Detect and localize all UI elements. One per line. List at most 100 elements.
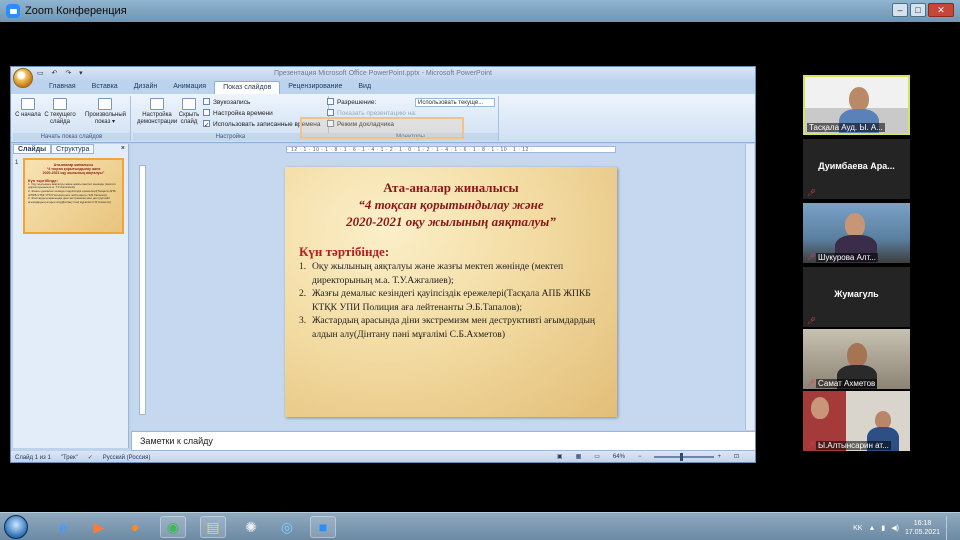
slides-pane-tabs: Слайды Структура × <box>13 144 128 154</box>
resolution-select[interactable]: Использовать текуще... <box>415 98 495 107</box>
participant-name: Тасқала Ауд. Ы. А... <box>807 123 885 132</box>
muted-mic-icon: 🎤︎ <box>807 254 816 261</box>
participant-tile-2[interactable]: Дуимбаева Ара... 🎤︎ <box>803 139 910 199</box>
tab-review[interactable]: Рецензирование <box>280 81 350 94</box>
ribbon-group-start-show: С начала С текущего слайда Произвольный … <box>13 96 131 141</box>
file-explorer-icon[interactable]: ▤ <box>200 516 226 538</box>
current-slide[interactable]: Ата-аналар жиналысы “4 тоқсан қорытындыл… <box>285 167 617 417</box>
tab-view[interactable]: Вид <box>350 81 379 94</box>
tray-expand-icon[interactable]: ▲ <box>868 525 875 532</box>
clock-time: 16:18 <box>913 520 932 527</box>
slide-count-status: Слайд 1 из 1 <box>15 454 51 461</box>
tab-outline[interactable]: Структура <box>51 144 95 154</box>
rehearse-timings-button[interactable]: Настройка времени <box>203 109 273 119</box>
record-narration-button[interactable]: Звукозапись <box>203 98 250 108</box>
vertical-scrollbar[interactable] <box>745 144 754 430</box>
quick-access-toolbar[interactable]: ▭ ↶ ↷ ▾ <box>37 69 86 77</box>
hide-slide-button[interactable]: Скрыть слайд <box>177 98 201 126</box>
close-button[interactable]: ✕ <box>928 3 954 17</box>
tab-home[interactable]: Главная <box>41 81 84 94</box>
show-desktop-button[interactable] <box>946 516 954 540</box>
from-current-slide-button[interactable]: С текущего слайда <box>43 98 77 126</box>
participant-face <box>845 213 865 237</box>
close-pane-icon[interactable]: × <box>121 144 125 154</box>
zoom-out-icon[interactable]: − <box>638 454 642 460</box>
fit-window-icon[interactable]: ⊡ <box>734 453 739 460</box>
window-controls: – □ ✕ <box>892 3 954 17</box>
tab-slides[interactable]: Слайды <box>13 144 52 154</box>
maximize-button[interactable]: □ <box>910 3 926 17</box>
slide-subtitle-line-1: “4 тоқсан қорытындылау және <box>358 197 544 212</box>
zoom-title-bar[interactable]: Zoom Конференция – □ ✕ <box>0 0 960 22</box>
network-icon[interactable]: ▮ <box>881 524 885 532</box>
setup-show-icon <box>150 98 164 110</box>
volume-icon[interactable]: ◀) <box>891 524 899 532</box>
video-player-icon[interactable]: ✺ <box>238 516 264 538</box>
slideshow-icon <box>21 98 35 110</box>
chrome-icon[interactable]: ◉ <box>160 516 186 538</box>
agenda-item-number: 3. <box>299 315 307 326</box>
zoom-in-icon[interactable]: + <box>717 454 721 460</box>
firefox-icon[interactable]: ● <box>122 516 148 538</box>
start-button[interactable] <box>4 515 28 539</box>
keyboard-language[interactable]: KK <box>853 525 862 532</box>
spellcheck-icon[interactable]: ✓ <box>88 454 93 461</box>
minimize-button[interactable]: – <box>892 3 908 17</box>
hide-slide-label: Скрыть слайд <box>178 112 200 125</box>
sorter-view-icon[interactable]: ▦ <box>576 453 582 460</box>
tab-insert[interactable]: Вставка <box>84 81 126 94</box>
participant-tile-5[interactable]: 🎤︎ Самат Ахметов <box>803 329 910 389</box>
slide-number: 1 <box>15 160 19 166</box>
check-icon: ✓ <box>203 120 210 129</box>
language-status[interactable]: Русский (Россия) <box>103 455 151 461</box>
normal-view-icon[interactable]: ▣ <box>557 453 563 460</box>
zoom-slider[interactable] <box>654 452 715 461</box>
from-beginning-label: С начала <box>15 112 41 118</box>
clock[interactable]: 16:18 17.05.2021 <box>905 519 940 537</box>
hide-slide-icon <box>182 98 196 110</box>
custom-show-button[interactable]: Произвольный показ ▾ <box>85 98 127 126</box>
setup-show-button[interactable]: Настройка демонстрации <box>137 98 177 126</box>
zoom-level[interactable]: 64% <box>613 454 625 460</box>
status-bar: Слайд 1 из 1 "Трек" ✓ Русский (Россия) ▣… <box>11 451 755 462</box>
internet-explorer-icon[interactable]: e <box>50 516 76 538</box>
custom-show-label: Произвольный показ ▾ <box>85 112 127 125</box>
participant-face <box>811 397 829 419</box>
from-beginning-button[interactable]: С начала <box>15 98 41 119</box>
monitor-icon <box>327 109 334 116</box>
zoom-taskbar-icon[interactable]: ■ <box>310 516 336 538</box>
media-player-icon[interactable]: ▶ <box>86 516 112 538</box>
network-app-icon[interactable]: ◎ <box>274 516 300 538</box>
participant-name-center: Жумагуль <box>834 289 879 299</box>
slide-editing-area: · 12 · 1 · 10 · 1 · 8 · 1 · 6 · 1 · 4 · … <box>131 144 755 430</box>
participant-tile-4[interactable]: Жумагуль 🎤︎ <box>803 267 910 327</box>
resolution-label-row: Разрешение: <box>327 98 376 108</box>
tab-animation[interactable]: Анимация <box>165 81 214 94</box>
thumb-item-3: 3. Жастардың арасында діни экстремизм ме… <box>28 196 111 204</box>
ribbon-tabs: Главная Вставка Дизайн Анимация Показ сл… <box>11 81 755 94</box>
participant-tile-6[interactable]: 🎤︎ Ы.Алтынсарин ат... <box>803 391 910 451</box>
screen: Zoom Конференция – □ ✕ Презентация Micro… <box>0 0 960 540</box>
show-on-label: Показать презентацию на: <box>337 110 417 117</box>
agenda-item: 3. Жастардың арасында діни экстремизм мен… <box>299 314 603 341</box>
agenda-list: 1. Оқу жылының аяқталуы және жазғы мектеп… <box>299 260 603 341</box>
tab-slide-show[interactable]: Показ слайдов <box>214 81 281 94</box>
rehearse-timings-label: Настройка времени <box>213 110 273 117</box>
zoom-window-title: Zoom Конференция <box>25 5 127 17</box>
tab-design[interactable]: Дизайн <box>126 81 166 94</box>
agenda-heading: Күн тәртібінде: <box>299 244 390 259</box>
slideshow-view-icon[interactable]: ▭ <box>594 453 600 460</box>
agenda-item-text: Жастардың арасында діни экстремизм мен д… <box>312 315 596 340</box>
record-narration-label: Звукозапись <box>213 99 251 106</box>
from-current-label: С текущего слайда <box>44 112 76 125</box>
setup-show-label: Настройка демонстрации <box>137 112 178 125</box>
participant-tile-3[interactable]: 🎤︎ Шукурова Алт... <box>803 203 910 263</box>
shared-screen-powerpoint[interactable]: Презентация Microsoft Office PowerPoint.… <box>10 66 756 463</box>
agenda-item: 2. Жазғы демалыс кезіндегі қауіпсіздік ер… <box>299 287 603 314</box>
slide-thumbnail[interactable]: Ата-аналар жиналысы “4 тоқсан қорытындыл… <box>23 158 124 234</box>
annotation-highlight <box>300 117 464 139</box>
notes-field[interactable]: Заметки к слайду <box>131 431 755 451</box>
participant-name: Шукурова Алт... <box>816 253 879 262</box>
participant-tile-1[interactable]: Тасқала Ауд. Ы. А... <box>803 75 910 135</box>
participant-name: Ы.Алтынсарин ат... <box>816 441 891 450</box>
